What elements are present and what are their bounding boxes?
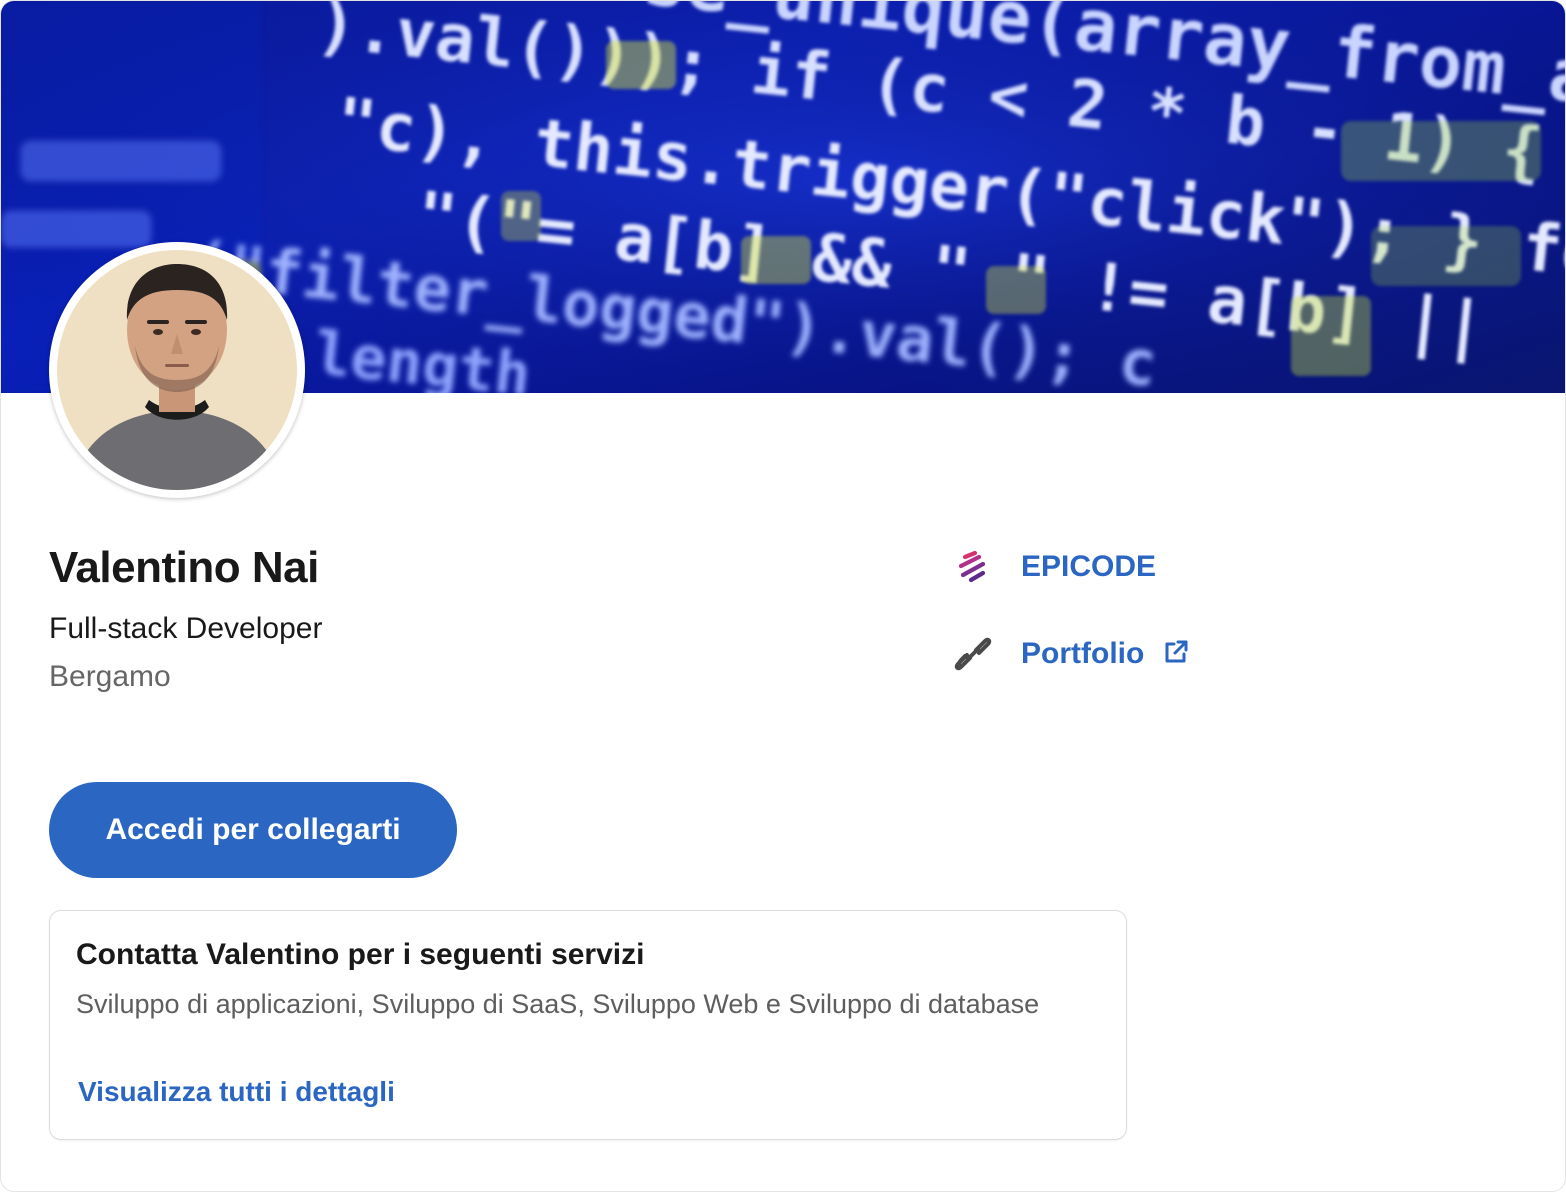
profile-headline: Full-stack Developer: [49, 612, 323, 645]
profile-avatar[interactable]: [49, 242, 305, 498]
epicode-logo-icon: [953, 547, 993, 587]
external-link-icon: [1162, 638, 1190, 671]
view-all-details-link[interactable]: Visualizza tutti i dettagli: [78, 1076, 395, 1108]
profile-card: se_unique(array_from_a ).val())); if (c …: [0, 0, 1566, 1192]
profile-location: Bergamo: [49, 660, 171, 693]
services-title: Contatta Valentino per i seguenti serviz…: [76, 938, 645, 971]
company-label: EPICODE: [1021, 550, 1157, 583]
company-link[interactable]: EPICODE: [953, 547, 1156, 587]
link-chain-icon: [953, 634, 993, 674]
profile-name: Valentino Nai: [49, 543, 319, 592]
services-card: Contatta Valentino per i seguenti serviz…: [49, 910, 1127, 1140]
portfolio-label: Portfolio: [1021, 637, 1145, 670]
portfolio-link[interactable]: Portfolio: [953, 634, 1190, 674]
avatar-photo: [53, 246, 301, 494]
connect-button[interactable]: Accedi per collegarti: [49, 782, 457, 878]
services-list: Sviluppo di applicazioni, Sviluppo di Sa…: [76, 989, 1040, 1019]
